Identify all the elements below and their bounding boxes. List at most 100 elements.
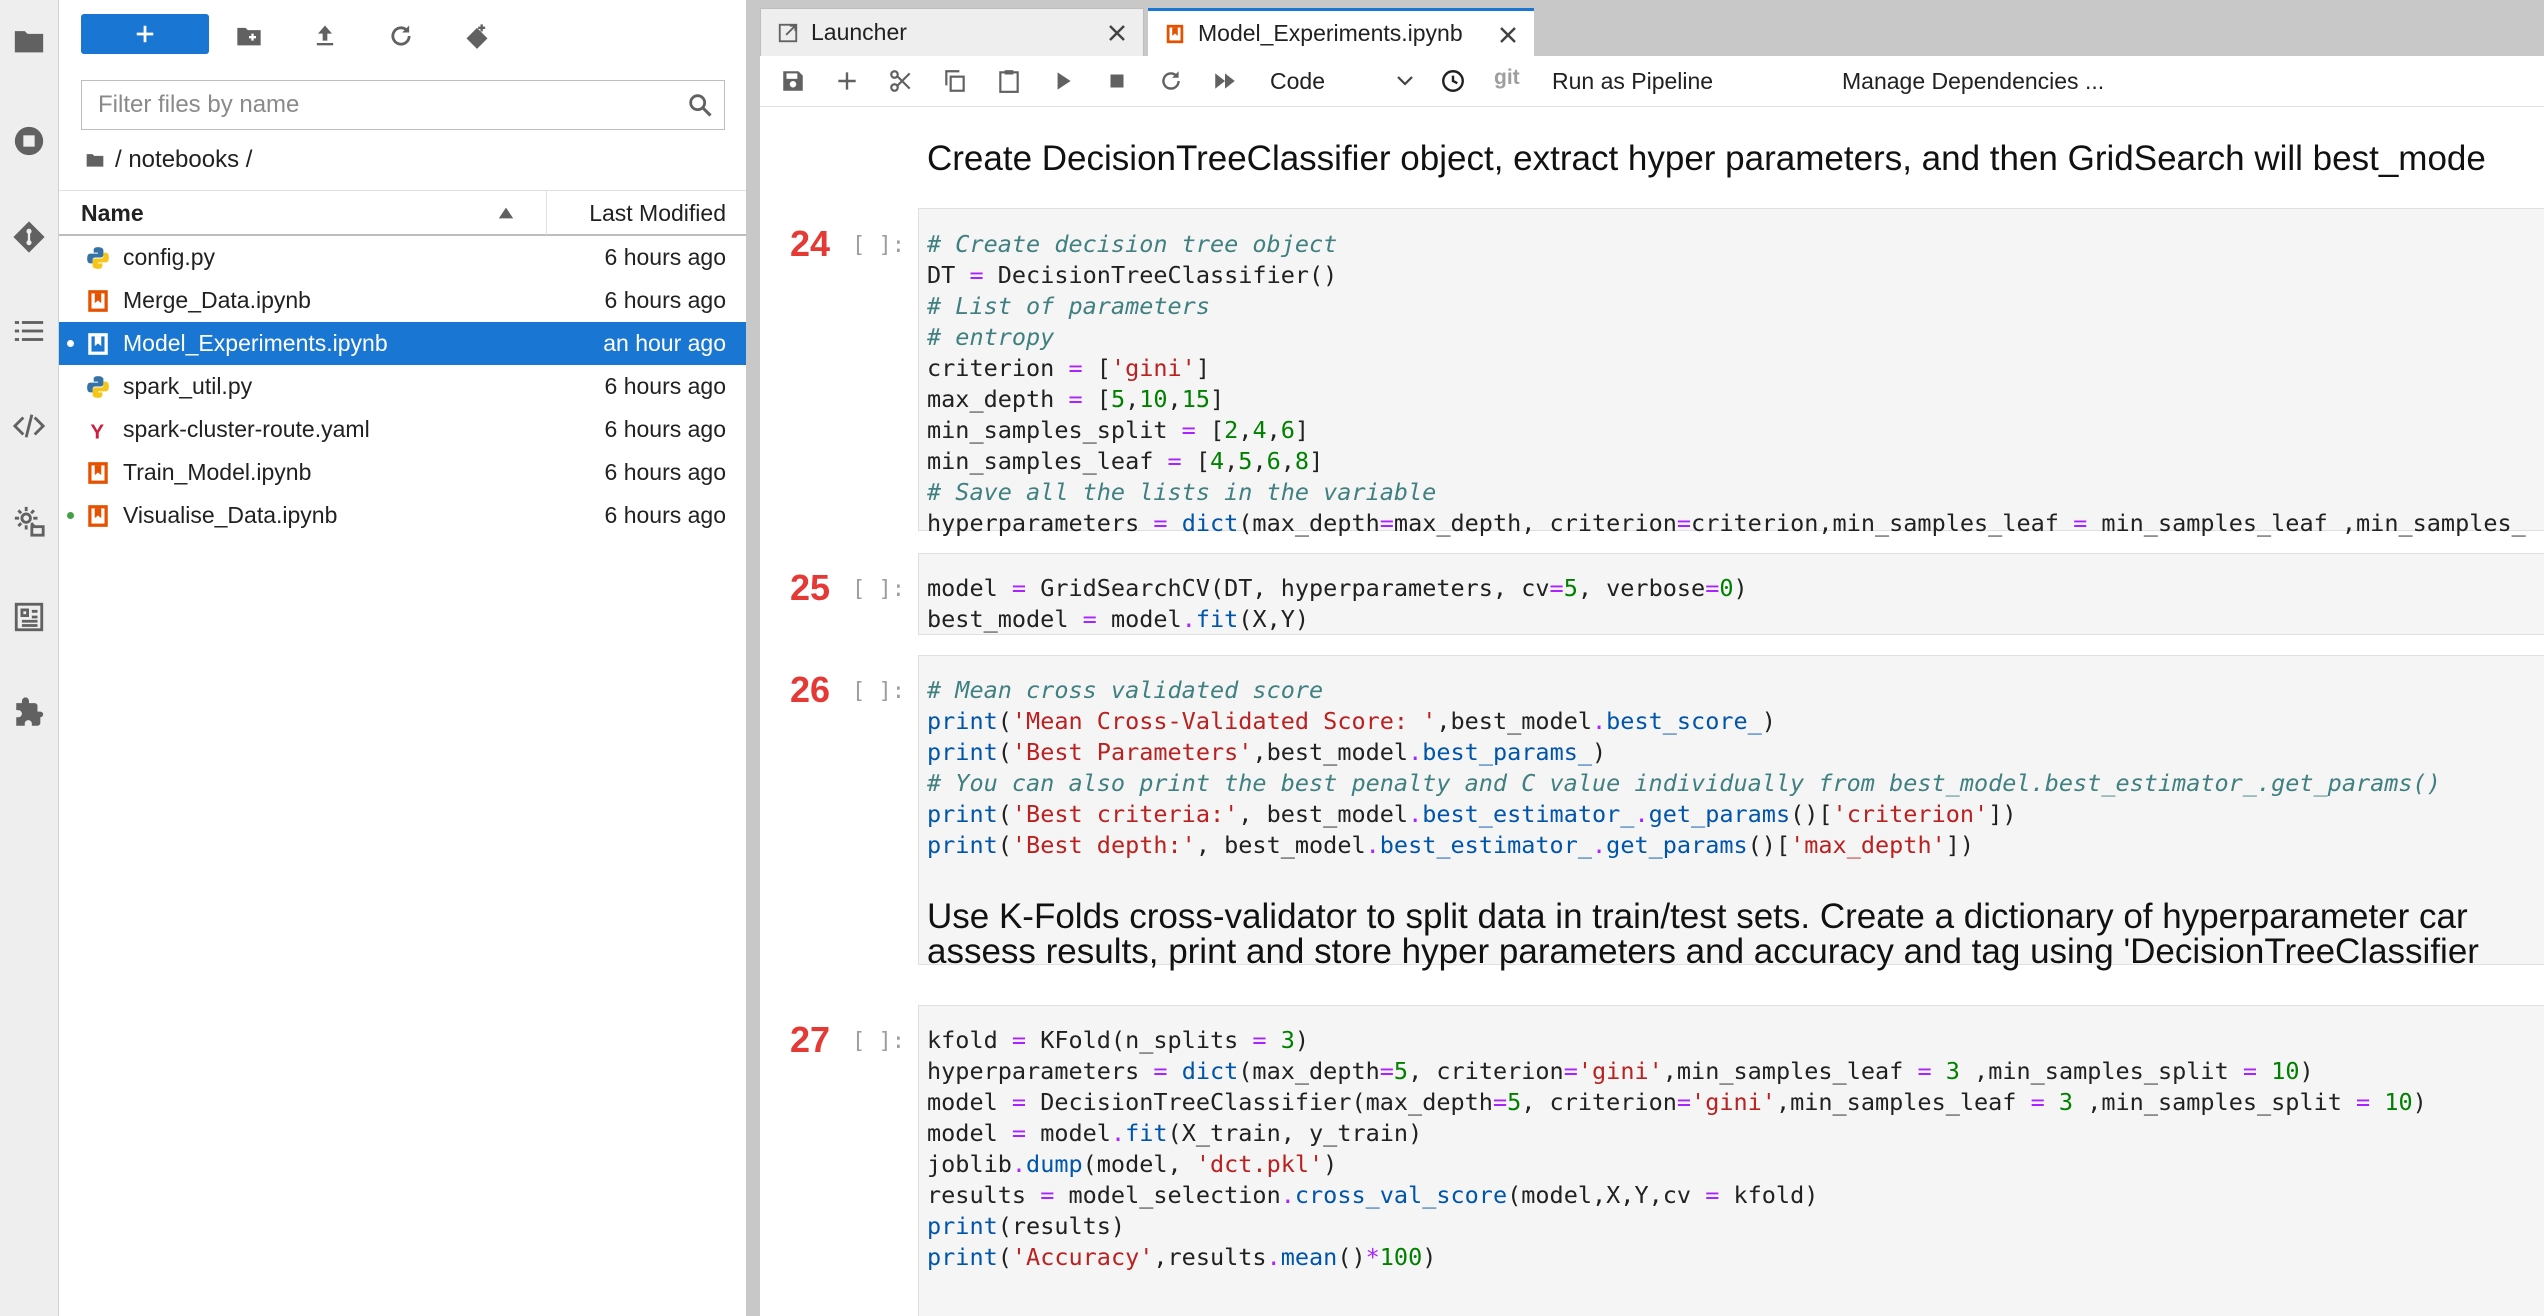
run-as-pipeline-button[interactable]: Run as Pipeline <box>1552 64 1713 98</box>
code-line: print('Best depth:', best_model.best_est… <box>927 830 1974 861</box>
code-token: ( <box>997 738 1012 766</box>
run-cell-button[interactable] <box>1046 64 1080 98</box>
new-launcher-button[interactable] <box>81 14 209 54</box>
code-token: , criterion <box>1408 1057 1564 1085</box>
cell-type-dropdown[interactable]: Code <box>1270 62 1420 100</box>
code-token: ]) <box>1988 800 2017 828</box>
code-token: ,results <box>1153 1243 1267 1271</box>
file-row[interactable]: config.py 6 hours ago <box>59 236 746 279</box>
upload-button[interactable] <box>307 18 343 54</box>
code-token: = <box>1252 1026 1267 1054</box>
document-tab-bar: Launcher Model_Experiments.ipynb <box>760 0 2544 56</box>
code-token: 6 <box>1266 447 1281 475</box>
extensions-icon[interactable] <box>8 692 50 734</box>
new-folder-button[interactable] <box>231 18 267 54</box>
markdown-cell-kfold-line2[interactable]: assess results, print and store hyper pa… <box>927 934 2479 970</box>
scissors-icon <box>890 70 911 92</box>
code-token: DecisionTreeClassifier() <box>983 261 1338 289</box>
code-token: dict <box>1181 509 1239 537</box>
code-token: . <box>1365 831 1380 859</box>
column-divider[interactable] <box>546 191 547 235</box>
file-row[interactable]: Visualise_Data.ipynb 6 hours ago <box>59 494 746 537</box>
markdown-cell-heading[interactable]: Create DecisionTreeClassifier object, ex… <box>927 141 2486 177</box>
folder-icon[interactable] <box>85 150 105 170</box>
code-token: = <box>1563 1057 1578 1085</box>
breadcrumb-path[interactable]: / notebooks / <box>115 146 252 174</box>
file-row[interactable]: spark_util.py 6 hours ago <box>59 365 746 408</box>
file-name: spark_util.py <box>123 373 253 399</box>
column-header-last-modified[interactable]: Last Modified <box>589 191 726 235</box>
code-token: = <box>1153 1057 1168 1085</box>
code-token: 'gini' <box>1577 1057 1663 1085</box>
markdown-cell-kfold-line1[interactable]: Use K-Folds cross-validator to split dat… <box>927 899 2468 935</box>
code-token: ] <box>1195 354 1210 382</box>
git-clone-button[interactable] <box>459 18 495 54</box>
stop-icon <box>1110 74 1124 88</box>
filter-files-input[interactable] <box>82 82 686 128</box>
code-token: 'Best Parameters' <box>1011 738 1253 766</box>
code-token: print <box>927 707 998 735</box>
close-icon[interactable] <box>1105 21 1129 45</box>
running-sessions-icon[interactable] <box>8 120 50 162</box>
paste-button[interactable] <box>992 64 1026 98</box>
runtimes-icon[interactable] <box>8 500 50 542</box>
input-prompt: [ ]: <box>852 233 905 258</box>
fast-forward-icon <box>1215 73 1235 89</box>
code-token: [ <box>1195 416 1225 444</box>
code-token: 'gini' <box>1691 1088 1776 1116</box>
column-header-name[interactable]: Name <box>81 191 144 235</box>
table-of-contents-icon[interactable] <box>8 310 50 352</box>
file-row[interactable]: Model_Experiments.ipynb an hour ago <box>59 322 746 365</box>
code-token: = <box>2356 1088 2371 1116</box>
cut-button[interactable] <box>884 64 918 98</box>
code-token: DecisionTreeClassifier(max_depth <box>1026 1088 1493 1116</box>
code-token: = <box>1705 1181 1720 1209</box>
kernel-status-button[interactable] <box>1436 64 1470 98</box>
interrupt-kernel-button[interactable] <box>1100 64 1134 98</box>
code-snippets-icon[interactable] <box>8 405 50 447</box>
save-button[interactable] <box>776 64 810 98</box>
restart-kernel-button[interactable] <box>1154 64 1188 98</box>
code-token: print <box>927 800 998 828</box>
code-token: DT <box>927 261 970 289</box>
file-row[interactable]: Yspark-cluster-route.yaml 6 hours ago <box>59 408 746 451</box>
sort-ascending-icon[interactable] <box>497 204 515 222</box>
code-token: = <box>1068 354 1083 382</box>
code-token: [ <box>1181 447 1210 475</box>
code-token: ( <box>997 1243 1012 1271</box>
code-token: results <box>927 1181 1041 1209</box>
code-token: = <box>1011 1088 1027 1116</box>
code-token: = <box>1379 1057 1394 1085</box>
component-catalog-icon[interactable] <box>8 596 50 638</box>
file-name: spark-cluster-route.yaml <box>123 416 370 442</box>
tab-launcher[interactable]: Launcher <box>760 8 1144 56</box>
code-token: 3 <box>2058 1088 2074 1116</box>
code-token: ) <box>1761 707 1776 735</box>
code-token: ] <box>1210 385 1225 413</box>
folder-icon[interactable] <box>8 20 50 62</box>
panel-resize-handle[interactable] <box>746 0 760 1316</box>
refresh-button[interactable] <box>383 18 419 54</box>
file-row[interactable]: Train_Model.ipynb 6 hours ago <box>59 451 746 494</box>
code-token: = <box>1181 416 1196 444</box>
code-token: = <box>1549 574 1564 602</box>
close-icon[interactable] <box>1496 23 1520 47</box>
copy-button[interactable] <box>938 64 972 98</box>
file-row[interactable]: Merge_Data.ipynb 6 hours ago <box>59 279 746 322</box>
manage-dependencies-button[interactable]: Manage Dependencies ... <box>1842 64 2104 98</box>
tab-model-experiments[interactable]: Model_Experiments.ipynb <box>1148 8 1534 56</box>
code-token: = <box>1676 1088 1692 1116</box>
code-token: # List of parameters <box>927 292 1210 320</box>
input-prompt: [ ]: <box>852 1029 905 1054</box>
insert-cell-button[interactable] <box>830 64 864 98</box>
code-token: . <box>1408 738 1423 766</box>
code-token: 'dct.pkl' <box>1195 1150 1324 1178</box>
git-icon[interactable] <box>8 216 50 258</box>
git-button[interactable]: git <box>1494 66 1520 90</box>
restart-run-all-button[interactable] <box>1208 64 1242 98</box>
code-token: # entropy <box>927 323 1055 351</box>
